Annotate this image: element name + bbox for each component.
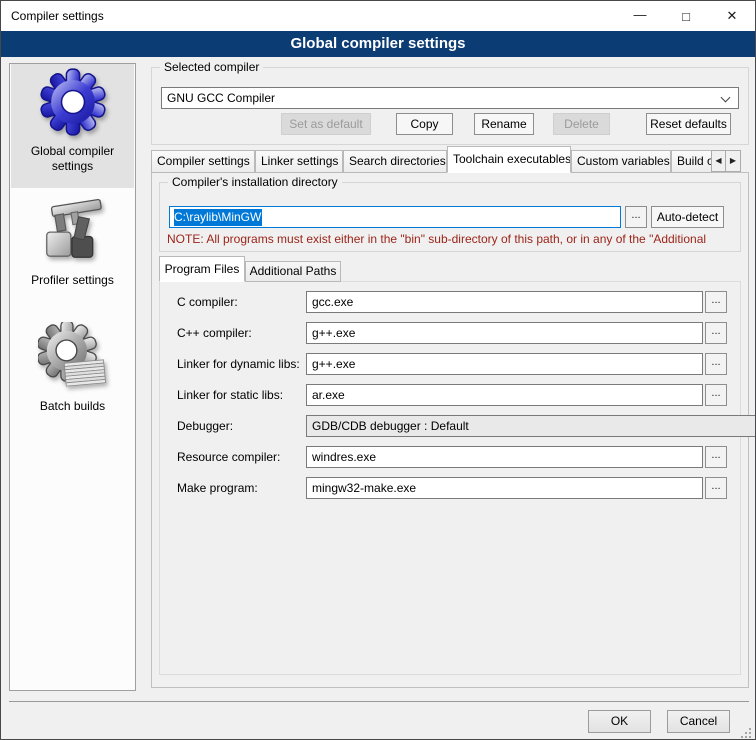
close-button[interactable]: ✕	[709, 1, 755, 31]
make-program-input[interactable]: mingw32-make.exe	[306, 477, 703, 499]
static-linker-input[interactable]: ar.exe	[306, 384, 703, 406]
cpp-compiler-row: C++ compiler: g++.exe ...	[177, 322, 729, 344]
rename-button[interactable]: Rename	[474, 113, 534, 135]
debugger-label: Debugger:	[177, 415, 303, 437]
auto-detect-button[interactable]: Auto-detect	[651, 206, 724, 228]
static-linker-row: Linker for static libs: ar.exe ...	[177, 384, 729, 406]
arrow-right-icon: ▶	[730, 156, 736, 165]
copy-button[interactable]: Copy	[396, 113, 453, 135]
installation-directory-input[interactable]: C:\raylib\MinGW	[169, 206, 621, 228]
cpp-compiler-browse-button[interactable]: ...	[705, 322, 727, 344]
debugger-select[interactable]: GDB/CDB debugger : Default	[306, 415, 756, 437]
debugger-select-value: GDB/CDB debugger : Default	[312, 419, 469, 433]
dynamic-linker-label: Linker for dynamic libs:	[177, 353, 303, 375]
sidebar-item-batch-builds[interactable]: Batch builds	[11, 318, 134, 422]
sidebar-item-label: Batch builds	[36, 399, 109, 414]
sidebar-item-label: Global compiler settings	[11, 144, 134, 174]
cpp-compiler-input[interactable]: g++.exe	[306, 322, 703, 344]
tab-custom-variables[interactable]: Custom variables	[571, 150, 671, 173]
page-title: Global compiler settings	[1, 31, 755, 57]
resize-grip[interactable]	[741, 725, 751, 735]
resource-compiler-browse-button[interactable]: ...	[705, 446, 727, 468]
minimize-button[interactable]: —	[617, 1, 663, 31]
make-program-label: Make program:	[177, 477, 303, 499]
sidebar-item-profiler-settings[interactable]: Profiler settings	[11, 194, 134, 298]
installation-directory-legend: Compiler's installation directory	[168, 175, 342, 190]
tab-scroll-right-button[interactable]: ▶	[726, 150, 741, 172]
set-as-default-button[interactable]: Set as default	[281, 113, 371, 135]
tab-program-files[interactable]: Program Files	[159, 256, 245, 282]
cancel-button[interactable]: Cancel	[667, 710, 730, 733]
compiler-settings-dialog: Compiler settings — □ ✕ Global compiler …	[0, 0, 756, 740]
tab-build-options[interactable]: Build options	[671, 150, 713, 173]
reset-defaults-button[interactable]: Reset defaults	[646, 113, 731, 135]
tab-linker-settings[interactable]: Linker settings	[255, 150, 343, 173]
gray-gear-stack-icon	[38, 322, 108, 392]
selected-text: C:\raylib\MinGW	[174, 209, 262, 226]
installation-directory-browse-button[interactable]: ...	[625, 206, 647, 228]
tab-additional-paths[interactable]: Additional Paths	[245, 261, 341, 282]
tab-toolchain-executables[interactable]: Toolchain executables	[447, 146, 571, 173]
compiler-select[interactable]: GNU GCC Compiler	[161, 87, 739, 109]
blue-gear-icon	[38, 67, 108, 137]
window-controls: — □ ✕	[617, 1, 755, 31]
sidebar-item-label: Profiler settings	[27, 273, 118, 288]
c-compiler-row: C compiler: gcc.exe ...	[177, 291, 729, 313]
static-linker-browse-button[interactable]: ...	[705, 384, 727, 406]
dynamic-linker-row: Linker for dynamic libs: g++.exe ...	[177, 353, 729, 375]
debugger-row: Debugger: GDB/CDB debugger : Default	[177, 415, 729, 437]
c-compiler-input[interactable]: gcc.exe	[306, 291, 703, 313]
resource-compiler-label: Resource compiler:	[177, 446, 303, 468]
dynamic-linker-input[interactable]: g++.exe	[306, 353, 703, 375]
minimize-icon: —	[634, 7, 647, 22]
c-compiler-browse-button[interactable]: ...	[705, 291, 727, 313]
make-program-browse-button[interactable]: ...	[705, 477, 727, 499]
close-icon: ✕	[727, 8, 738, 24]
title-bar[interactable]: Compiler settings — □ ✕	[1, 1, 755, 31]
delete-button[interactable]: Delete	[553, 113, 610, 135]
static-linker-label: Linker for static libs:	[177, 384, 303, 406]
make-program-row: Make program: mingw32-make.exe ...	[177, 477, 729, 499]
compiler-select-value: GNU GCC Compiler	[167, 91, 275, 105]
chevron-down-icon	[721, 93, 731, 103]
bin-subdirectory-note: NOTE: All programs must exist either in …	[167, 232, 733, 247]
ok-button[interactable]: OK	[588, 710, 651, 733]
maximize-icon: □	[682, 9, 690, 24]
dynamic-linker-browse-button[interactable]: ...	[705, 353, 727, 375]
arrow-left-icon: ◀	[715, 156, 721, 165]
settings-category-list: Global compiler settings	[9, 63, 136, 691]
selected-compiler-legend: Selected compiler	[160, 60, 263, 75]
paths-tab-strip: Program Files Additional Paths	[159, 257, 741, 282]
caliper-blocks-icon	[38, 196, 108, 266]
resource-compiler-input[interactable]: windres.exe	[306, 446, 703, 468]
resource-compiler-row: Resource compiler: windres.exe ...	[177, 446, 729, 468]
maximize-button[interactable]: □	[663, 1, 709, 31]
tab-scroll-left-button[interactable]: ◀	[711, 150, 726, 172]
sidebar-item-global-compiler-settings[interactable]: Global compiler settings	[11, 64, 134, 188]
tab-scroll-buttons: ◀ ▶	[711, 150, 741, 172]
c-compiler-label: C compiler:	[177, 291, 303, 313]
tab-search-directories[interactable]: Search directories	[343, 150, 447, 173]
cpp-compiler-label: C++ compiler:	[177, 322, 303, 344]
footer-divider	[9, 701, 749, 702]
tab-compiler-settings[interactable]: Compiler settings	[151, 150, 255, 173]
window-title: Compiler settings	[11, 1, 104, 31]
settings-tab-strip: Compiler settings Linker settings Search…	[151, 147, 749, 173]
